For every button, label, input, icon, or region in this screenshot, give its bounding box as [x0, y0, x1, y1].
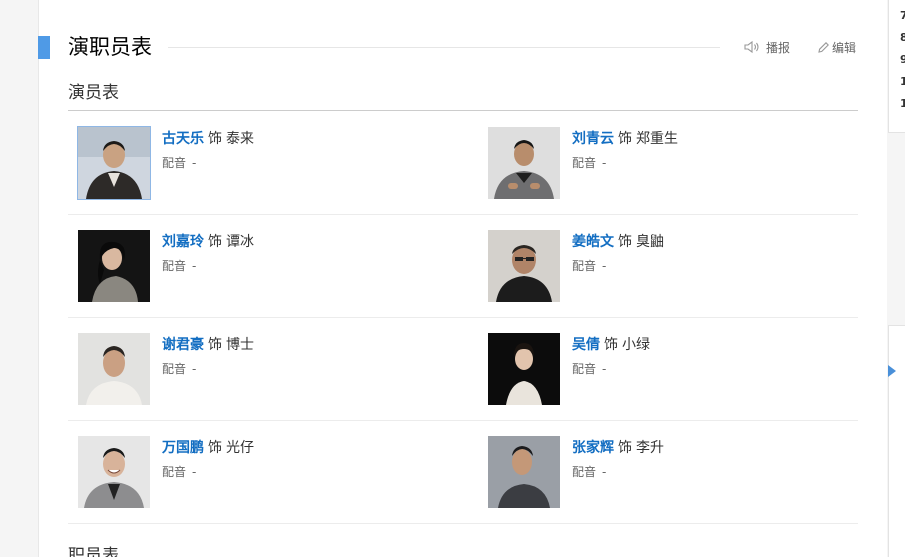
row-divider: [68, 214, 858, 215]
as-label: 饰: [208, 440, 222, 456]
cast-item: 姜皓文饰臭鼬 配音 -: [488, 230, 848, 306]
cast-list-divider: [68, 110, 858, 111]
catalog-number[interactable]: 10: [900, 76, 905, 88]
role-name: 光仔: [226, 440, 254, 456]
actor-photo[interactable]: [78, 333, 150, 405]
role-name: 泰来: [226, 131, 254, 147]
cast-line: 古天乐饰泰来: [162, 128, 254, 148]
section-title: 演职员表: [68, 35, 152, 59]
catalog-number[interactable]: 8: [900, 32, 905, 44]
left-gutter: [0, 0, 38, 557]
actor-name-link[interactable]: 刘青云: [572, 131, 614, 147]
cast-item: 万国鹏饰光仔 配音 -: [78, 436, 438, 512]
actor-photo[interactable]: [78, 436, 150, 508]
cast-item: 刘嘉玲饰谭冰 配音 -: [78, 230, 438, 306]
as-label: 饰: [208, 131, 222, 147]
dub-label: 配音: [572, 156, 597, 170]
actor-name-link[interactable]: 古天乐: [162, 131, 204, 147]
actor-photo[interactable]: [488, 333, 560, 405]
dub-label: 配音: [162, 156, 187, 170]
edit-button[interactable]: 编辑: [817, 37, 856, 57]
dub-value: -: [192, 156, 197, 170]
cast-item: 谢君豪饰博士 配音 -: [78, 333, 438, 409]
speaker-icon: [744, 40, 759, 54]
role-name: 李升: [636, 440, 664, 456]
crew-list-title: 职员表: [68, 546, 119, 557]
dub-value: -: [602, 465, 607, 479]
cast-item: 刘青云饰郑重生 配音 -: [488, 127, 848, 203]
cast-line: 刘青云饰郑重生: [572, 128, 678, 148]
page: 7 8 9 10 11 演职员表 播报 编辑 演员表: [0, 0, 905, 557]
dub-line: 配音 -: [572, 360, 606, 377]
role-name: 博士: [226, 337, 254, 353]
dub-value: -: [192, 259, 197, 273]
cast-item: 吴倩饰小绿 配音 -: [488, 333, 848, 409]
dub-value: -: [192, 465, 197, 479]
dub-value: -: [602, 362, 607, 376]
cast-line: 谢君豪饰博士: [162, 334, 254, 354]
role-name: 臭鼬: [636, 234, 664, 250]
catalog-number[interactable]: 9: [900, 54, 905, 66]
section-title-accent-bar: [38, 36, 50, 59]
actor-photo[interactable]: [488, 230, 560, 302]
dub-line: 配音 -: [162, 463, 196, 480]
as-label: 饰: [208, 337, 222, 353]
row-divider: [68, 523, 858, 524]
report-label: 播报: [766, 40, 791, 55]
row-divider: [68, 420, 858, 421]
edit-label: 编辑: [832, 40, 857, 55]
actor-name-link[interactable]: 谢君豪: [162, 337, 204, 353]
cast-line: 刘嘉玲饰谭冰: [162, 231, 254, 251]
as-label: 饰: [618, 234, 632, 250]
catalog-number[interactable]: 7: [900, 10, 905, 22]
role-name: 郑重生: [636, 131, 678, 147]
actor-photo[interactable]: [488, 436, 560, 508]
report-button[interactable]: 播报: [744, 37, 790, 57]
actor-name-link[interactable]: 吴倩: [572, 337, 600, 353]
actor-name-link[interactable]: 姜皓文: [572, 234, 614, 250]
cast-item: 古天乐饰泰来 配音 -: [77, 126, 438, 203]
dub-label: 配音: [572, 465, 597, 479]
cast-item: 张家辉饰李升 配音 -: [488, 436, 848, 512]
dub-value: -: [602, 156, 607, 170]
as-label: 饰: [208, 234, 222, 250]
pencil-icon: [818, 41, 829, 53]
as-label: 饰: [604, 337, 618, 353]
cast-line: 万国鹏饰光仔: [162, 437, 254, 457]
dub-value: -: [192, 362, 197, 376]
dub-label: 配音: [572, 259, 597, 273]
cast-list-title: 演员表: [68, 83, 119, 103]
as-label: 饰: [618, 131, 632, 147]
dub-line: 配音 -: [162, 360, 196, 377]
actor-photo[interactable]: [488, 127, 560, 199]
dub-line: 配音 -: [572, 463, 606, 480]
cast-line: 姜皓文饰臭鼬: [572, 231, 664, 251]
current-position-arrow-icon: [888, 365, 896, 377]
actor-photo[interactable]: [77, 126, 151, 200]
role-name: 谭冰: [226, 234, 254, 250]
role-name: 小绿: [622, 337, 650, 353]
as-label: 饰: [618, 440, 632, 456]
dub-label: 配音: [162, 465, 187, 479]
actor-photo[interactable]: [78, 230, 150, 302]
dub-line: 配音 -: [572, 154, 606, 171]
cast-line: 吴倩饰小绿: [572, 334, 650, 354]
actor-name-link[interactable]: 张家辉: [572, 440, 614, 456]
right-nav-box: [888, 325, 905, 557]
actor-name-link[interactable]: 万国鹏: [162, 440, 204, 456]
dub-label: 配音: [572, 362, 597, 376]
dub-value: -: [602, 259, 607, 273]
dub-line: 配音 -: [572, 257, 606, 274]
section-title-divider: [168, 47, 720, 48]
actor-name-link[interactable]: 刘嘉玲: [162, 234, 204, 250]
catalog-number[interactable]: 11: [900, 98, 905, 110]
dub-label: 配音: [162, 362, 187, 376]
row-divider: [68, 317, 858, 318]
cast-line: 张家辉饰李升: [572, 437, 664, 457]
dub-line: 配音 -: [162, 154, 196, 171]
dub-line: 配音 -: [162, 257, 196, 274]
dub-label: 配音: [162, 259, 187, 273]
